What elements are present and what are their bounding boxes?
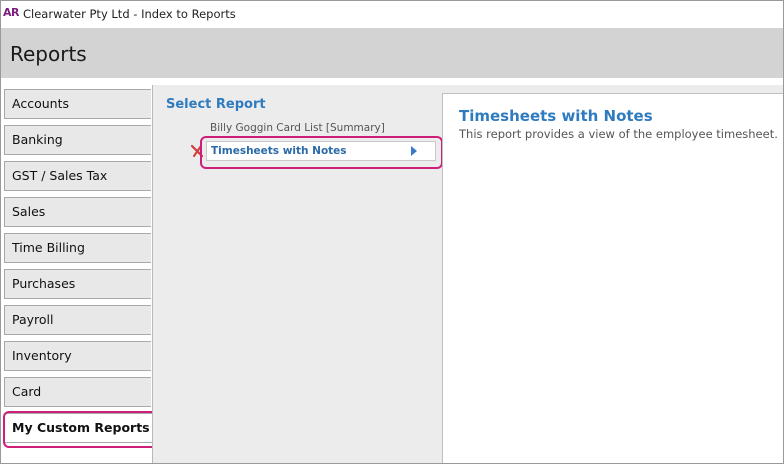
report-detail-title: Timesheets with Notes [459, 107, 653, 125]
report-category-tabs: Accounts Banking GST / Sales Tax Sales T… [1, 78, 154, 463]
select-report-pane: Select Report Billy Goggin Card List [Su… [152, 85, 443, 463]
page-header: Reports [1, 28, 783, 78]
tab-gst-sales-tax[interactable]: GST / Sales Tax [4, 161, 151, 191]
report-item-billy-goggin-card-list[interactable]: Billy Goggin Card List [Summary] [210, 122, 385, 134]
delete-icon[interactable] [189, 143, 205, 159]
page-title: Reports [10, 42, 87, 66]
tab-inventory[interactable]: Inventory [4, 341, 151, 371]
report-detail-pane: Timesheets with Notes This report provid… [442, 93, 783, 463]
select-report-heading: Select Report [166, 97, 266, 112]
window-title: Clearwater Pty Ltd - Index to Reports [23, 7, 236, 21]
report-item-label: Timesheets with Notes [211, 145, 347, 157]
title-bar: AR Clearwater Pty Ltd - Index to Reports [1, 1, 783, 28]
tab-banking[interactable]: Banking [4, 125, 151, 155]
app-logo-icon: AR [3, 6, 19, 19]
tab-purchases[interactable]: Purchases [4, 269, 151, 299]
report-detail-description: This report provides a view of the emplo… [459, 127, 778, 141]
tab-my-custom-reports[interactable]: My Custom Reports [4, 413, 154, 443]
report-window: AR Clearwater Pty Ltd - Index to Reports… [0, 0, 784, 464]
tab-card[interactable]: Card [4, 377, 151, 407]
tab-sales[interactable]: Sales [4, 197, 151, 227]
arrow-right-icon [411, 146, 417, 156]
report-item-timesheets-with-notes[interactable]: Timesheets with Notes [206, 141, 436, 161]
tab-accounts[interactable]: Accounts [4, 89, 151, 119]
tab-payroll[interactable]: Payroll [4, 305, 151, 335]
tab-time-billing[interactable]: Time Billing [4, 233, 151, 263]
